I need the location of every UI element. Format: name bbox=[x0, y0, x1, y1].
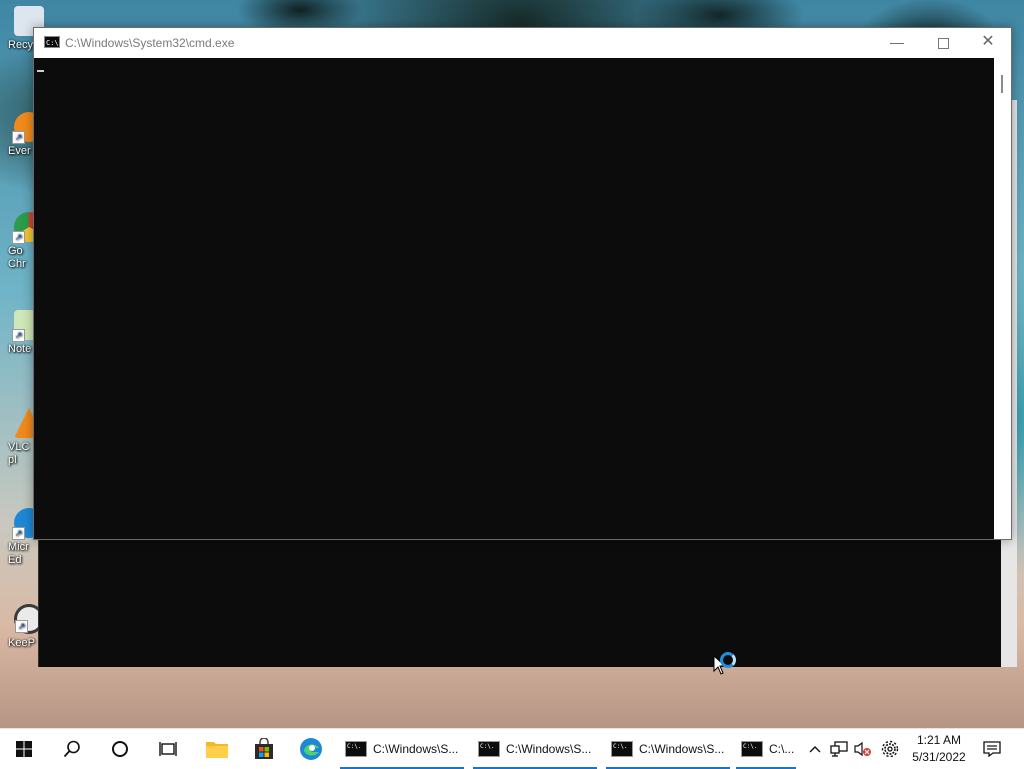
cmd-window[interactable]: C:\. C:\Windows\System32\cmd.exe — ✕ bbox=[33, 27, 1012, 540]
taskbar-app-label: C:\... bbox=[769, 742, 795, 756]
action-center-button[interactable] bbox=[977, 729, 1007, 769]
console-output-area[interactable] bbox=[34, 58, 994, 539]
clock-date: 5/31/2022 bbox=[912, 750, 966, 764]
network-button[interactable] bbox=[828, 729, 850, 769]
edge-icon bbox=[300, 738, 322, 760]
cmd-icon: C:\. bbox=[741, 741, 763, 757]
start-button[interactable] bbox=[0, 729, 48, 769]
file-explorer-icon bbox=[206, 742, 228, 758]
windows-start-icon bbox=[16, 741, 32, 757]
volume-muted-icon bbox=[854, 741, 871, 757]
cmd-icon: C:\. bbox=[345, 741, 367, 757]
volume-button[interactable] bbox=[852, 729, 874, 769]
console-vertical-scrollbar[interactable] bbox=[994, 58, 1011, 539]
show-hidden-icons-button[interactable] bbox=[804, 729, 826, 769]
shortcut-arrow-icon: ↗ bbox=[12, 231, 25, 244]
taskbar-app-cmd-3[interactable]: C:\. C:\Windows\S... bbox=[606, 729, 730, 769]
taskbar-app-label: C:\Windows\S... bbox=[639, 742, 725, 756]
taskbar-app-label: C:\Windows\S... bbox=[373, 742, 459, 756]
maximize-button[interactable] bbox=[920, 28, 966, 58]
minimize-icon: — bbox=[890, 34, 904, 50]
settings-button[interactable] bbox=[878, 729, 902, 769]
cortana-icon bbox=[112, 741, 128, 757]
minimize-button[interactable]: — bbox=[874, 28, 920, 58]
text-cursor bbox=[37, 70, 44, 72]
taskbar-app-cmd-4[interactable]: C:\. C:\... bbox=[736, 729, 796, 769]
edge-button[interactable] bbox=[288, 729, 334, 769]
busy-spinner-icon bbox=[720, 652, 736, 668]
search-icon bbox=[63, 740, 80, 758]
task-view-icon bbox=[159, 742, 177, 756]
chevron-up-icon bbox=[809, 746, 821, 753]
network-icon bbox=[830, 741, 848, 757]
background-console-window[interactable] bbox=[38, 537, 1001, 667]
window-titlebar[interactable]: C:\. C:\Windows\System32\cmd.exe — ✕ bbox=[34, 28, 1011, 58]
close-button[interactable]: ✕ bbox=[965, 28, 1011, 58]
taskbar: C:\. C:\Windows\S... C:\. C:\Windows\S..… bbox=[0, 728, 1024, 769]
file-explorer-button[interactable] bbox=[194, 729, 240, 769]
settings-gear-icon bbox=[881, 740, 899, 758]
microsoft-store-button[interactable] bbox=[241, 729, 287, 769]
shortcut-arrow-icon: ↗ bbox=[12, 527, 25, 540]
task-view-button[interactable] bbox=[144, 729, 192, 769]
taskbar-app-cmd-1[interactable]: C:\. C:\Windows\S... bbox=[340, 729, 464, 769]
shortcut-arrow-icon: ↗ bbox=[12, 131, 25, 144]
maximize-icon bbox=[937, 38, 949, 49]
shortcut-arrow-icon: ↗ bbox=[12, 329, 25, 342]
cortana-button[interactable] bbox=[96, 729, 144, 769]
taskbar-app-cmd-2[interactable]: C:\. C:\Windows\S... bbox=[473, 729, 597, 769]
clock[interactable]: 1:21 AM 5/31/2022 bbox=[905, 732, 973, 766]
notifications-icon bbox=[983, 741, 1001, 757]
cmd-icon: C:\. bbox=[44, 36, 63, 48]
window-title: C:\Windows\System32\cmd.exe bbox=[65, 36, 235, 50]
clock-time: 1:21 AM bbox=[916, 733, 962, 747]
close-icon: ✕ bbox=[981, 33, 995, 50]
search-button[interactable] bbox=[48, 729, 96, 769]
cmd-icon: C:\. bbox=[478, 741, 500, 757]
microsoft-store-icon bbox=[255, 738, 273, 759]
shortcut-arrow-icon: ↗ bbox=[15, 620, 28, 633]
taskbar-app-label: C:\Windows\S... bbox=[506, 742, 592, 756]
scrollbar-thumb[interactable] bbox=[1001, 75, 1003, 93]
cmd-icon: C:\. bbox=[611, 741, 633, 757]
